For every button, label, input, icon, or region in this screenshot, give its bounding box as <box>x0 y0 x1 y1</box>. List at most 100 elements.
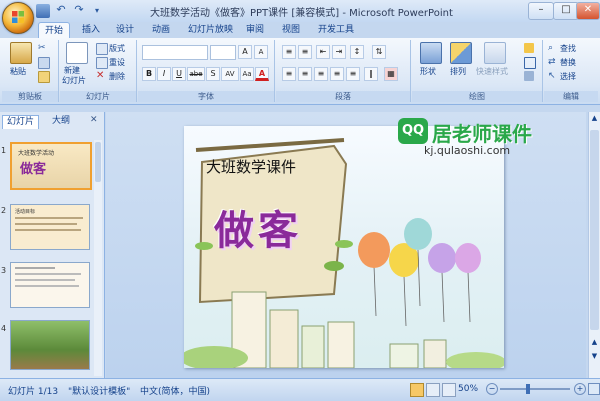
group-clipboard: 粘贴 ✂ 剪贴板 <box>2 40 59 102</box>
align-right-icon[interactable]: ≡ <box>314 67 328 81</box>
normal-view-icon[interactable] <box>410 383 424 397</box>
font-name-select[interactable] <box>142 45 208 60</box>
shrink-font-icon[interactable]: A <box>254 45 268 59</box>
tab-animation[interactable]: 动画 <box>146 22 176 38</box>
tab-view[interactable]: 视图 <box>276 22 306 38</box>
tab-developer[interactable]: 开发工具 <box>312 22 360 38</box>
minimize-button[interactable]: – <box>528 2 554 20</box>
pane-scroll-thumb[interactable] <box>95 142 101 182</box>
tab-slides[interactable]: 幻灯片 <box>2 115 40 129</box>
slideshow-view-icon[interactable] <box>442 383 456 397</box>
paste-button[interactable]: 粘贴 <box>10 66 26 77</box>
cut-icon[interactable]: ✂ <box>38 43 48 53</box>
tab-home[interactable]: 开始 <box>38 22 71 39</box>
align-center-icon[interactable]: ≡ <box>298 67 312 81</box>
pane-scrollbar[interactable] <box>94 140 102 376</box>
zoom-level[interactable]: 50% <box>458 384 478 394</box>
sorter-view-icon[interactable] <box>426 383 440 397</box>
italic-button[interactable]: I <box>157 67 171 81</box>
shadow-button[interactable]: S <box>206 67 220 81</box>
slide-thumbnail-3[interactable] <box>10 262 90 308</box>
office-logo-icon <box>12 11 24 23</box>
delete-icon[interactable]: ✕ <box>96 71 106 81</box>
select-icon[interactable]: ↖ <box>548 71 558 81</box>
distribute-icon[interactable]: ≡ <box>346 67 360 81</box>
char-spacing-button[interactable]: AV <box>221 67 239 81</box>
group-font: A A B I U abe S AV Aa A 字体 <box>138 40 275 102</box>
arrange-button[interactable]: 排列 <box>450 66 466 77</box>
customize-qat-icon[interactable]: ▾ <box>90 4 104 18</box>
format-painter-icon[interactable] <box>38 71 50 83</box>
text-direction-icon[interactable]: ⇅ <box>372 45 386 59</box>
strikethrough-button[interactable]: abe <box>187 67 205 81</box>
zoom-in-icon[interactable]: + <box>574 383 586 395</box>
shape-effects-icon[interactable] <box>524 71 534 81</box>
new-slide-icon[interactable] <box>66 42 88 64</box>
bold-button[interactable]: B <box>142 67 156 81</box>
thumb-2-title: 活动目标 <box>15 209 36 215</box>
reset-button[interactable]: 重设 <box>109 57 125 68</box>
delete-button[interactable]: 删除 <box>109 71 125 82</box>
redo-icon[interactable]: ↷ <box>72 4 86 18</box>
font-color-button[interactable]: A <box>255 67 269 81</box>
close-pane-icon[interactable]: ✕ <box>90 115 98 125</box>
tab-outline[interactable]: 大纲 <box>48 115 74 128</box>
shape-outline-icon[interactable] <box>524 57 536 69</box>
underline-button[interactable]: U <box>172 67 186 81</box>
select-button[interactable]: 选择 <box>560 71 576 82</box>
prev-slide-icon[interactable]: ▲ <box>590 338 599 346</box>
decrease-indent-icon[interactable]: ⇤ <box>316 45 330 59</box>
group-paragraph: ≡ ≡ ⇤ ⇥ ↕ ⇅ ≡ ≡ ≡ ≡ ≡ ‖ ▦ 段落 <box>276 40 411 102</box>
zoom-slider-thumb[interactable] <box>526 384 530 394</box>
shapes-button[interactable]: 形状 <box>420 66 436 77</box>
find-button[interactable]: 查找 <box>560 43 576 54</box>
vertical-scrollbar[interactable]: ▲ ▲ ▼ <box>588 112 600 378</box>
grow-font-icon[interactable]: A <box>238 45 252 59</box>
close-button[interactable]: ✕ <box>576 2 600 20</box>
font-size-select[interactable] <box>210 45 236 60</box>
next-slide-icon[interactable]: ▼ <box>590 352 599 360</box>
balloon-string <box>373 265 377 317</box>
slide-thumbnail-4[interactable] <box>10 320 90 370</box>
justify-icon[interactable]: ≡ <box>330 67 344 81</box>
shape-fill-icon[interactable] <box>524 43 534 53</box>
scroll-up-icon[interactable]: ▲ <box>590 114 599 124</box>
align-left-icon[interactable]: ≡ <box>282 67 296 81</box>
reset-icon[interactable] <box>96 57 108 69</box>
status-language[interactable]: 中文(简体，中国) <box>140 384 210 397</box>
columns-icon[interactable]: ‖ <box>364 67 378 81</box>
fit-window-icon[interactable] <box>588 383 600 395</box>
copy-icon[interactable] <box>38 57 50 69</box>
layout-icon[interactable] <box>96 43 108 55</box>
current-slide[interactable]: 大班数学课件 做客 <box>184 126 504 368</box>
tab-review[interactable]: 审阅 <box>240 22 270 38</box>
bullets-icon[interactable]: ≡ <box>282 45 296 59</box>
paste-icon[interactable] <box>10 42 32 64</box>
tab-insert[interactable]: 插入 <box>76 22 106 38</box>
office-button[interactable] <box>2 2 34 34</box>
quick-styles-button[interactable]: 快速样式 <box>476 66 508 77</box>
zoom-slider[interactable] <box>500 388 570 390</box>
scroll-thumb[interactable] <box>590 130 599 330</box>
undo-icon[interactable]: ↶ <box>54 4 68 18</box>
replace-button[interactable]: 替换 <box>560 57 576 68</box>
replace-icon[interactable]: ⇄ <box>548 57 558 67</box>
numbering-icon[interactable]: ≡ <box>298 45 312 59</box>
tab-slideshow[interactable]: 幻灯片放映 <box>182 22 239 38</box>
slide-thumbnail-1[interactable]: 大班数学活动 做客 <box>10 142 92 190</box>
layout-button[interactable]: 版式 <box>109 43 125 54</box>
new-slide-button-line2[interactable]: 幻灯片 <box>62 75 86 86</box>
slide-thumbnail-2[interactable]: 活动目标 <box>10 204 90 250</box>
smartart-icon[interactable]: ▦ <box>384 67 398 81</box>
save-icon[interactable] <box>36 4 50 18</box>
increase-indent-icon[interactable]: ⇥ <box>332 45 346 59</box>
line-spacing-icon[interactable]: ↕ <box>350 45 364 59</box>
tab-design[interactable]: 设计 <box>110 22 140 38</box>
shapes-icon[interactable] <box>420 42 442 64</box>
find-icon[interactable]: ⌕ <box>548 43 558 53</box>
change-case-button[interactable]: Aa <box>240 67 254 81</box>
zoom-out-icon[interactable]: − <box>486 383 498 395</box>
arrange-icon[interactable] <box>450 42 472 64</box>
quick-styles-icon[interactable] <box>484 42 506 64</box>
balloon-teal <box>404 218 432 250</box>
